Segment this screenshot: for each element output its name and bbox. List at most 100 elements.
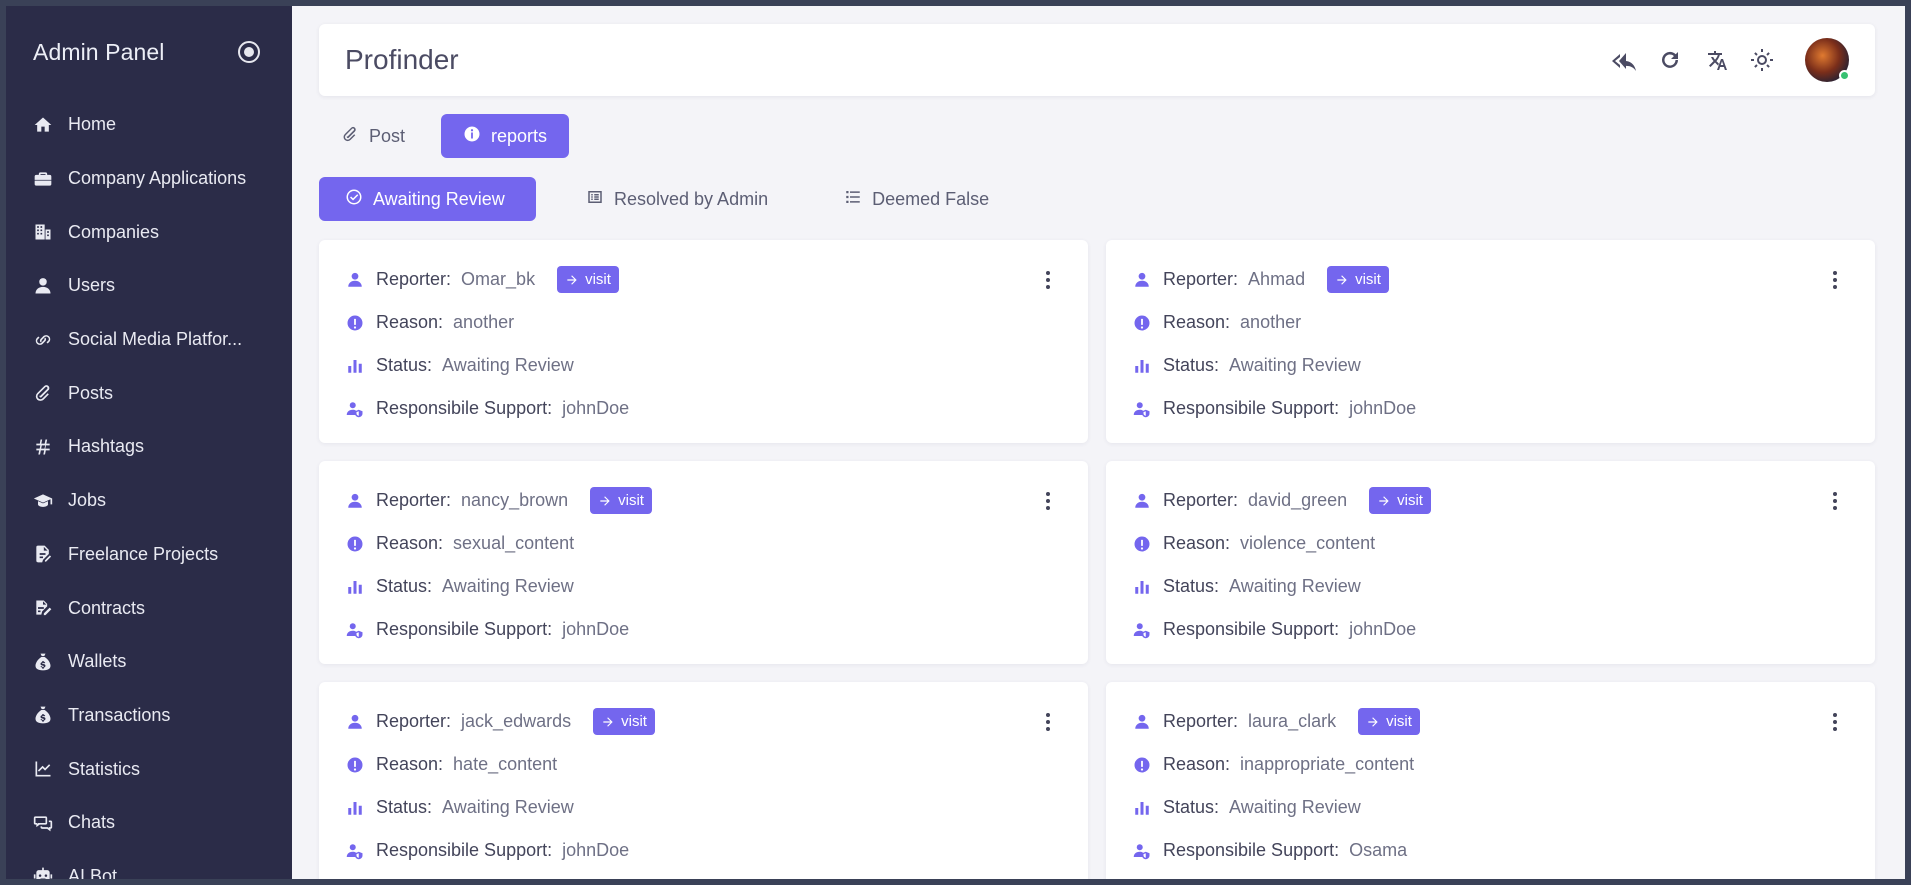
briefcase-icon	[32, 168, 54, 190]
sidebar-item-jobs[interactable]: Jobs	[6, 474, 292, 528]
signature-icon	[32, 597, 54, 619]
reporter-row: Reporter: jack_edwards visit	[345, 700, 1062, 743]
sidebar-item-users[interactable]: Users	[6, 259, 292, 313]
reason-row: Reason: another	[345, 301, 1062, 344]
reason-label: Reason:	[376, 312, 444, 332]
arrow-right-icon	[600, 495, 610, 506]
visit-button[interactable]: visit	[1327, 266, 1389, 293]
sidebar-toggle-icon[interactable]	[238, 41, 260, 63]
reason-value: sexual_content	[453, 533, 575, 553]
sidebar-item-company-applications[interactable]: Company Applications	[6, 152, 292, 206]
sidebar-item-label: Jobs	[68, 490, 107, 511]
exclamation-circle-icon	[1132, 755, 1152, 775]
reporter-label: Reporter:	[1163, 490, 1239, 510]
reason-row: Reason: violence_content	[1132, 522, 1849, 565]
arrow-right-icon	[1379, 495, 1389, 506]
reason-label: Reason:	[1163, 533, 1231, 553]
report-card: Reporter: Omar_bk visit Reason: another …	[319, 240, 1088, 443]
translate-icon[interactable]	[1703, 47, 1729, 73]
visit-button[interactable]: visit	[593, 708, 655, 735]
sidebar-item-companies[interactable]: Companies	[6, 205, 292, 259]
reporter-value: laura_clark	[1248, 711, 1337, 731]
more-options-icon[interactable]	[1825, 489, 1845, 513]
sun-icon[interactable]	[1749, 47, 1775, 73]
graduation-cap-icon	[32, 490, 54, 512]
sidebar-item-wallets[interactable]: Wallets	[6, 635, 292, 689]
sidebar-item-hashtags[interactable]: Hashtags	[6, 420, 292, 474]
support-label: Responsibile Support:	[1163, 840, 1340, 860]
reason-value: another	[453, 312, 515, 332]
tab-reports[interactable]: reports	[441, 114, 570, 158]
status-value: Awaiting Review	[1229, 576, 1361, 596]
reason-label: Reason:	[1163, 312, 1231, 332]
reporter-label: Reporter:	[376, 711, 452, 731]
sidebar-item-label: Contracts	[68, 597, 146, 618]
top-bar: Profinder	[319, 24, 1875, 96]
tab-label: Resolved by Admin	[614, 188, 769, 209]
reason-value: another	[1240, 312, 1302, 332]
exclamation-circle-icon	[1132, 313, 1152, 333]
user-icon	[345, 712, 365, 732]
exclamation-circle-icon	[345, 534, 365, 554]
refresh-icon[interactable]	[1657, 47, 1683, 73]
main-content: Profinder Post reports Awaiting Review R…	[292, 6, 1905, 879]
status-row: Status: Awaiting Review	[1132, 786, 1849, 829]
more-options-icon[interactable]	[1038, 268, 1058, 292]
status-value: Awaiting Review	[1229, 797, 1361, 817]
sidebar-item-social-media-platforms[interactable]: Social Media Platfor...	[6, 313, 292, 367]
support-label: Responsibile Support:	[376, 840, 553, 860]
tab-awaiting-review[interactable]: Awaiting Review	[319, 177, 536, 221]
status-value: Awaiting Review	[442, 576, 574, 596]
money-bag-icon	[32, 651, 54, 673]
sidebar-item-posts[interactable]: Posts	[6, 366, 292, 420]
sidebar-item-chats[interactable]: Chats	[6, 796, 292, 850]
support-row: Responsibile Support: johnDoe	[345, 608, 1062, 651]
topbar-actions	[1611, 38, 1850, 82]
user-shield-icon	[1132, 399, 1152, 419]
list-check-icon	[844, 188, 862, 211]
exclamation-circle-icon	[1132, 534, 1152, 554]
user-icon	[1132, 712, 1152, 732]
visit-button[interactable]: visit	[1369, 487, 1431, 514]
status-row: Status: Awaiting Review	[1132, 565, 1849, 608]
user-shield-icon	[1132, 841, 1152, 861]
visit-label: visit	[1355, 271, 1381, 288]
reporter-label: Reporter:	[1163, 711, 1239, 731]
sidebar-item-ai-bot[interactable]: AI Bot	[6, 850, 292, 879]
reporter-label: Reporter:	[1163, 269, 1239, 289]
more-options-icon[interactable]	[1825, 710, 1845, 734]
sidebar-item-transactions[interactable]: Transactions	[6, 689, 292, 743]
sidebar-item-label: Statistics	[68, 758, 141, 779]
user-icon	[32, 275, 54, 297]
visit-button[interactable]: visit	[1358, 708, 1420, 735]
tab-resolved-by-admin[interactable]: Resolved by Admin	[560, 177, 794, 221]
sidebar-item-statistics[interactable]: Statistics	[6, 742, 292, 796]
paperclip-icon	[32, 382, 54, 404]
reporter-label: Reporter:	[376, 490, 452, 510]
sidebar-item-home[interactable]: Home	[6, 98, 292, 152]
sidebar-header: Admin Panel	[6, 6, 292, 98]
reporter-row: Reporter: nancy_brown visit	[345, 479, 1062, 522]
reply-all-icon[interactable]	[1611, 47, 1637, 73]
support-row: Responsibile Support: johnDoe	[345, 387, 1062, 430]
sidebar-item-label: Home	[68, 114, 117, 135]
user-icon	[1132, 270, 1152, 290]
visit-button[interactable]: visit	[557, 266, 619, 293]
more-options-icon[interactable]	[1825, 268, 1845, 292]
support-row: Responsibile Support: johnDoe	[1132, 387, 1849, 430]
sidebar-item-freelance-projects[interactable]: Freelance Projects	[6, 528, 292, 582]
sidebar-title: Admin Panel	[33, 38, 165, 65]
avatar[interactable]	[1805, 38, 1850, 82]
more-options-icon[interactable]	[1038, 489, 1058, 513]
support-value: johnDoe	[562, 398, 630, 418]
tab-post[interactable]: Post	[319, 114, 427, 158]
reason-label: Reason:	[376, 533, 444, 553]
reporter-value: jack_edwards	[461, 711, 572, 731]
user-icon	[345, 270, 365, 290]
more-options-icon[interactable]	[1038, 710, 1058, 734]
visit-label: visit	[585, 271, 611, 288]
sidebar-item-contracts[interactable]: Contracts	[6, 581, 292, 635]
visit-button[interactable]: visit	[590, 487, 652, 514]
tab-deemed-false[interactable]: Deemed False	[818, 177, 1015, 221]
reason-row: Reason: another	[1132, 301, 1849, 344]
